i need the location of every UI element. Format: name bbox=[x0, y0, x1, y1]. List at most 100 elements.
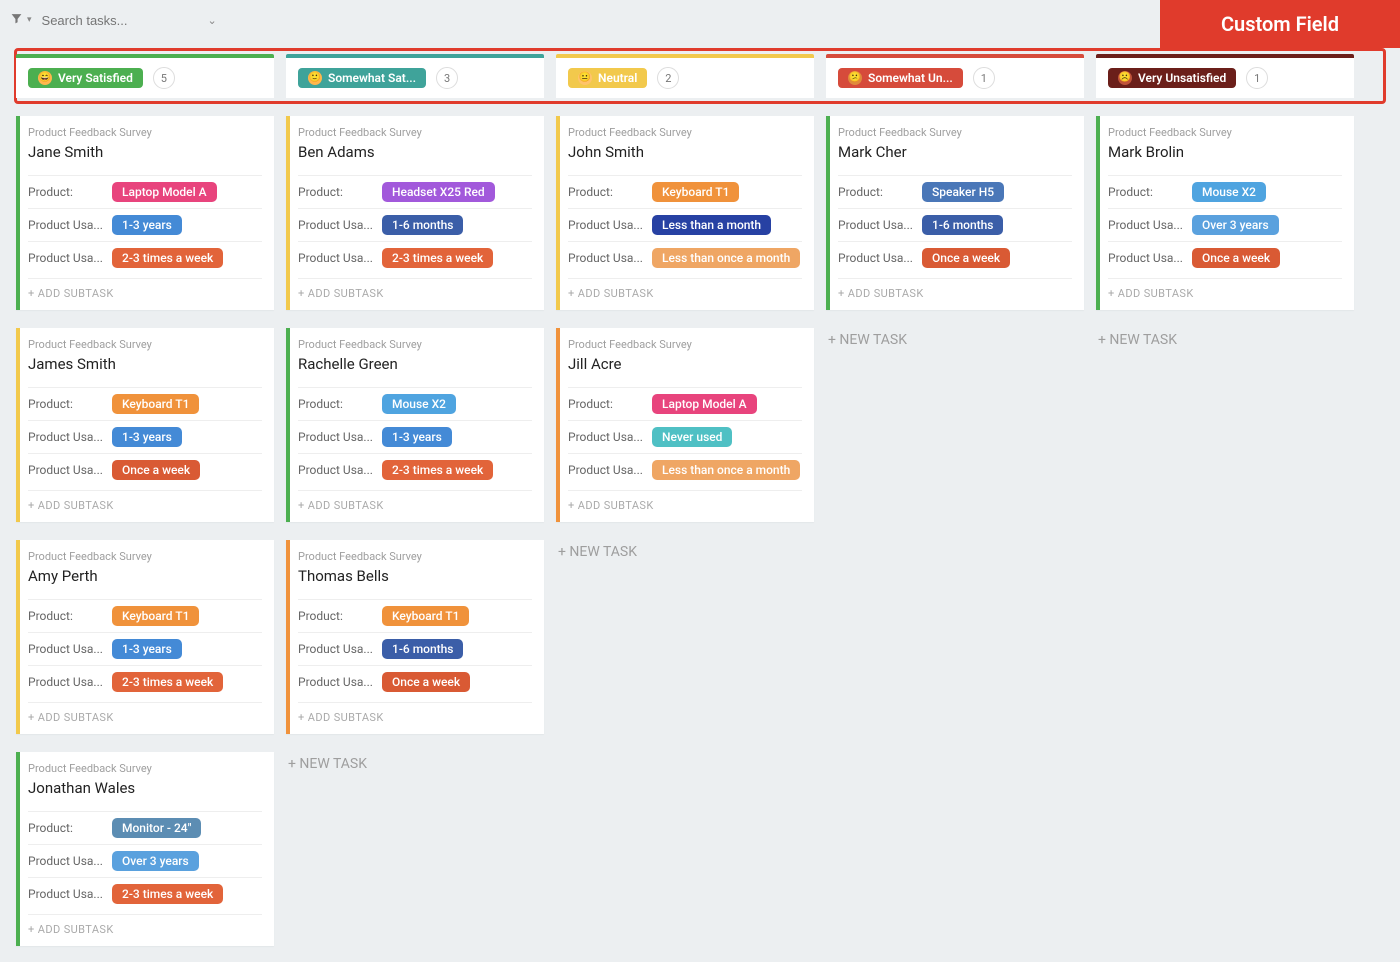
field-tag[interactable]: 2-3 times a week bbox=[112, 248, 223, 268]
field-tag[interactable]: Laptop Model A bbox=[112, 182, 217, 202]
column-header[interactable]: 😐Neutral2 bbox=[556, 58, 814, 98]
task-card[interactable]: Product Feedback SurveyJames SmithProduc… bbox=[16, 328, 274, 522]
card-title: Thomas Bells bbox=[298, 567, 532, 585]
column-neutral: 😐Neutral2 Product Feedback SurveyJohn Smi… bbox=[556, 58, 814, 564]
status-pill[interactable]: 😕Somewhat Un... bbox=[838, 68, 963, 88]
field-label: Product Usa... bbox=[298, 430, 376, 444]
field-tag[interactable]: 2-3 times a week bbox=[382, 460, 493, 480]
task-card[interactable]: Product Feedback SurveyBen AdamsProduct:… bbox=[286, 116, 544, 310]
field-tag[interactable]: Speaker H5 bbox=[922, 182, 1004, 202]
column-header[interactable]: 😄Very Satisfied5 bbox=[16, 58, 274, 98]
field-tag[interactable]: Once a week bbox=[112, 460, 200, 480]
field-label: Product Usa... bbox=[28, 218, 106, 232]
search-input[interactable] bbox=[42, 13, 202, 28]
card-folder-label: Product Feedback Survey bbox=[28, 550, 262, 563]
field-label: Product Usa... bbox=[298, 251, 376, 265]
field-tag[interactable]: Once a week bbox=[1192, 248, 1280, 268]
card-accent bbox=[16, 540, 20, 734]
add-subtask-button[interactable]: + ADD SUBTASK bbox=[568, 278, 802, 300]
status-pill[interactable]: 😐Neutral bbox=[568, 68, 647, 88]
new-task-button[interactable]: + NEW TASK bbox=[286, 752, 544, 776]
add-subtask-button[interactable]: + ADD SUBTASK bbox=[28, 702, 262, 724]
status-pill[interactable]: 🙂Somewhat Sat... bbox=[298, 68, 426, 88]
task-card[interactable]: Product Feedback SurveyJill AcreProduct:… bbox=[556, 328, 814, 522]
field-label: Product Usa... bbox=[298, 642, 376, 656]
add-subtask-button[interactable]: + ADD SUBTASK bbox=[568, 490, 802, 512]
field-tag[interactable]: Mouse X2 bbox=[1192, 182, 1266, 202]
task-card[interactable]: Product Feedback SurveyMark CherProduct:… bbox=[826, 116, 1084, 310]
field-tag[interactable]: 2-3 times a week bbox=[112, 672, 223, 692]
add-subtask-button[interactable]: + ADD SUBTASK bbox=[298, 278, 532, 300]
status-emoji-icon: ☹️ bbox=[1118, 71, 1132, 85]
card-folder-label: Product Feedback Survey bbox=[28, 126, 262, 139]
task-card[interactable]: Product Feedback SurveyJohn SmithProduct… bbox=[556, 116, 814, 310]
filter-toggle[interactable]: ▾ bbox=[10, 12, 32, 29]
add-subtask-button[interactable]: + ADD SUBTASK bbox=[28, 278, 262, 300]
column-somewhat_unsatisfied: 😕Somewhat Un...1 Product Feedback SurveyM… bbox=[826, 58, 1084, 352]
field-tag[interactable]: 2-3 times a week bbox=[112, 884, 223, 904]
task-card[interactable]: Product Feedback Survey Thomas Bells Produ… bbox=[286, 540, 544, 734]
new-task-button[interactable]: + NEW TASK bbox=[826, 328, 1084, 352]
field-tag[interactable]: Over 3 years bbox=[1192, 215, 1279, 235]
task-card[interactable]: Product Feedback SurveyAmy PerthProduct:… bbox=[16, 540, 274, 734]
field-label: Product Usa... bbox=[838, 251, 916, 265]
field-tag[interactable]: Keyboard T1 bbox=[112, 394, 199, 414]
field-tag[interactable]: 1-3 years bbox=[112, 215, 182, 235]
field-tag[interactable]: Less than once a month bbox=[652, 460, 800, 480]
field-tag[interactable]: 1-3 years bbox=[112, 639, 182, 659]
column-header[interactable]: ☹️Very Unsatisfied1 bbox=[1096, 58, 1354, 98]
card-folder-label: Product Feedback Survey bbox=[298, 550, 532, 563]
new-task-button[interactable]: + NEW TASK bbox=[1096, 328, 1354, 352]
field-tag[interactable]: Laptop Model A bbox=[652, 394, 757, 414]
field-tag[interactable]: Keyboard T1 bbox=[112, 606, 199, 626]
field-tag[interactable]: Keyboard T1 bbox=[652, 182, 739, 202]
task-card[interactable]: Product Feedback SurveyJonathan WalesPro… bbox=[16, 752, 274, 946]
column-header[interactable]: 🙂Somewhat Sat...3 bbox=[286, 58, 544, 98]
field-tag[interactable]: Once a week bbox=[922, 248, 1010, 268]
task-card[interactable]: Product Feedback SurveyJane SmithProduct… bbox=[16, 116, 274, 310]
field-tag[interactable]: Mouse X2 bbox=[382, 394, 456, 414]
field-row: Product:Speaker H5 bbox=[838, 175, 1072, 208]
field-label: Product: bbox=[28, 185, 106, 199]
field-tag[interactable]: 1-6 months bbox=[382, 215, 463, 235]
field-tag[interactable]: 1-3 years bbox=[112, 427, 182, 447]
card-accent bbox=[16, 328, 20, 522]
field-tag[interactable]: Keyboard T1 bbox=[382, 606, 469, 626]
status-pill[interactable]: ☹️Very Unsatisfied bbox=[1108, 68, 1236, 88]
custom-field-button[interactable]: Custom Field bbox=[1160, 0, 1400, 48]
add-subtask-button[interactable]: + ADD SUBTASK bbox=[298, 702, 532, 724]
field-tag[interactable]: Once a week bbox=[382, 672, 470, 692]
column-very_unsatisfied: ☹️Very Unsatisfied1 Product Feedback Surv… bbox=[1096, 58, 1354, 352]
field-tag[interactable]: Monitor - 24" bbox=[112, 818, 201, 838]
status-label: Somewhat Un... bbox=[868, 71, 953, 85]
field-tag[interactable]: 1-6 months bbox=[382, 639, 463, 659]
task-card[interactable]: Product Feedback SurveyRachelle GreenPro… bbox=[286, 328, 544, 522]
field-tag[interactable]: Headset X25 Red bbox=[382, 182, 495, 202]
field-tag[interactable]: Over 3 years bbox=[112, 851, 199, 871]
field-tag[interactable]: Less than a month bbox=[652, 215, 771, 235]
add-subtask-button[interactable]: + ADD SUBTASK bbox=[1108, 278, 1342, 300]
add-subtask-button[interactable]: + ADD SUBTASK bbox=[838, 278, 1072, 300]
field-row: Product Usa...1-6 months bbox=[298, 208, 532, 241]
add-subtask-button[interactable]: + ADD SUBTASK bbox=[298, 490, 532, 512]
field-tag[interactable]: 2-3 times a week bbox=[382, 248, 493, 268]
field-row: Product Usa...2-3 times a week bbox=[28, 877, 262, 910]
field-label: Product Usa... bbox=[298, 463, 376, 477]
field-row: Product Usa...Never used bbox=[568, 420, 802, 453]
add-subtask-button[interactable]: + ADD SUBTASK bbox=[28, 490, 262, 512]
column-header[interactable]: 😕Somewhat Un...1 bbox=[826, 58, 1084, 98]
search-caret-icon[interactable]: ⌄ bbox=[208, 14, 217, 27]
field-label: Product Usa... bbox=[28, 642, 106, 656]
field-tag[interactable]: 1-3 years bbox=[382, 427, 452, 447]
new-task-button[interactable]: + NEW TASK bbox=[556, 540, 814, 564]
field-label: Product Usa... bbox=[568, 218, 646, 232]
card-folder-label: Product Feedback Survey bbox=[568, 126, 802, 139]
status-label: Neutral bbox=[598, 71, 637, 85]
field-tag[interactable]: Never used bbox=[652, 427, 732, 447]
field-label: Product Usa... bbox=[28, 675, 106, 689]
field-tag[interactable]: Less than once a month bbox=[652, 248, 800, 268]
field-row: Product Usa...Over 3 years bbox=[28, 844, 262, 877]
field-tag[interactable]: 1-6 months bbox=[922, 215, 1003, 235]
task-card[interactable]: Product Feedback SurveyMark BrolinProduc… bbox=[1096, 116, 1354, 310]
status-pill[interactable]: 😄Very Satisfied bbox=[28, 68, 143, 88]
